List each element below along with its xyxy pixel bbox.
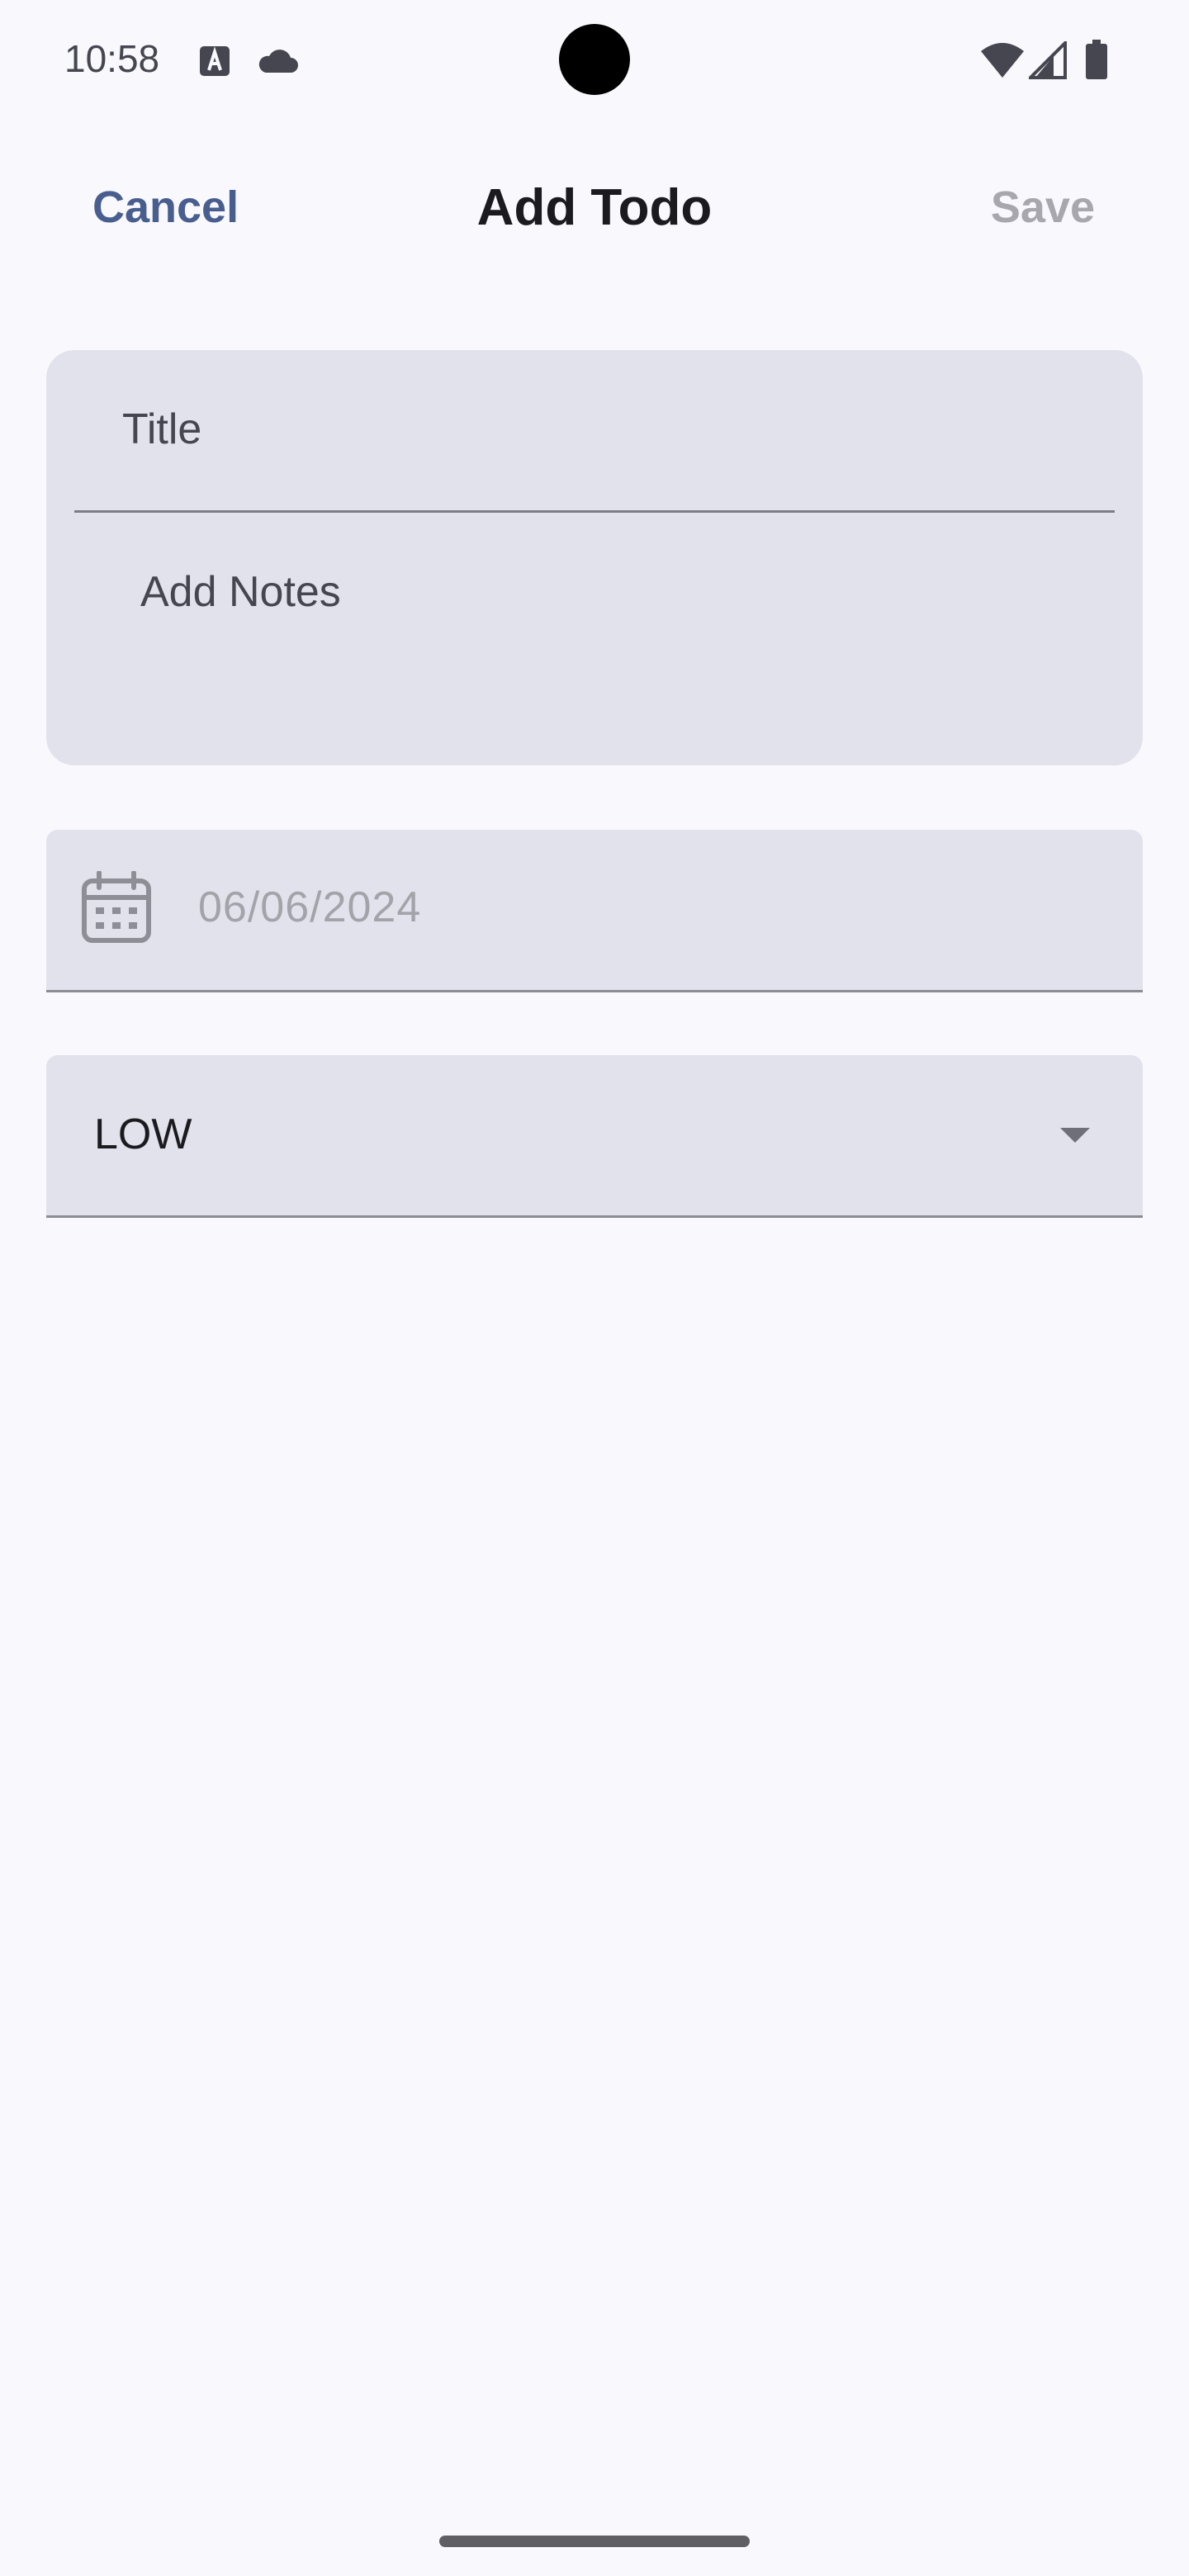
notes-placeholder: Add Notes (140, 568, 341, 616)
status-time: 10:58 (64, 37, 160, 80)
keyboard-a-icon (200, 46, 230, 76)
signal-icon (1029, 41, 1067, 79)
save-button[interactable]: Save (991, 182, 1095, 233)
title-notes-card: Title Add Notes (46, 350, 1143, 765)
priority-value: LOW (94, 1110, 192, 1158)
camera-cutout (559, 24, 630, 95)
calendar-icon (82, 871, 151, 943)
priority-dropdown[interactable]: LOW (46, 1055, 1143, 1218)
cancel-button[interactable]: Cancel (92, 182, 239, 233)
chevron-down-icon (1060, 1128, 1090, 1143)
navigation-handle[interactable] (439, 2536, 750, 2547)
cloud-icon (258, 50, 298, 73)
wifi-icon (981, 43, 1024, 78)
date-value: 06/06/2024 (198, 883, 422, 931)
top-app-bar: Add Todo Cancel Save (0, 157, 1189, 264)
date-field[interactable]: 06/06/2024 (46, 830, 1143, 992)
notes-input[interactable]: Add Notes (74, 513, 1115, 744)
title-input[interactable]: Title (74, 350, 1115, 513)
title-placeholder: Title (122, 405, 202, 453)
status-bar: 10:58 (0, 0, 1189, 116)
battery-icon (1086, 40, 1107, 79)
